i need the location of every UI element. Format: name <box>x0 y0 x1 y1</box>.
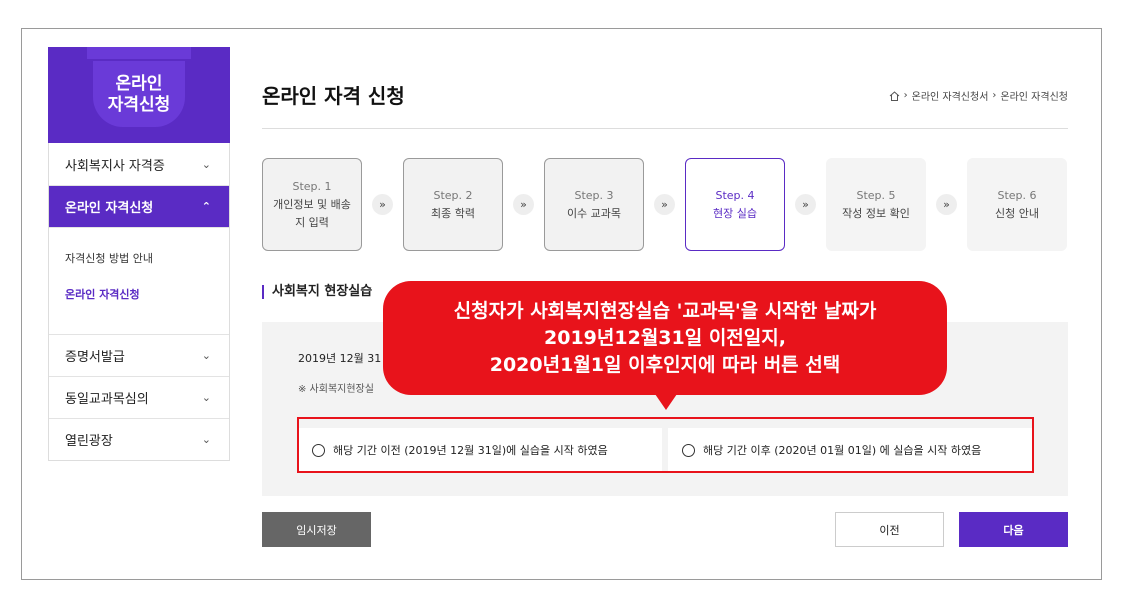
prev-button[interactable]: 이전 <box>835 512 944 547</box>
hero-title-line2: 자격신청 <box>107 95 171 115</box>
step-number: Step. 1 <box>292 179 332 193</box>
hero-title-line1: 온라인 <box>115 74 163 94</box>
breadcrumb-separator: › <box>903 90 908 101</box>
step-label: 개인정보 및 배송지 입력 <box>273 197 351 229</box>
double-chevron-right-icon: » <box>372 194 393 215</box>
question-text: 2019년 12월 31 <box>298 352 382 365</box>
sidebar-subitem-online-apply[interactable]: 온라인 자격신청 <box>65 284 213 320</box>
step-6: Step. 6 신청 안내 <box>967 158 1067 251</box>
sidebar-item-label: 온라인 자격신청 <box>65 201 154 216</box>
note-text: ※ 사회복지현장실 <box>298 384 374 395</box>
callout-line1: 신청자가 사회복지현장실습 '교과목'을 시작한 날짜가 <box>453 299 877 322</box>
step-label: 최종 학력 <box>431 206 475 220</box>
step-2: Step. 2 최종 학력 <box>403 158 503 251</box>
double-chevron-right-icon: » <box>936 194 957 215</box>
sidebar-item-open-square[interactable]: 열린광장 ⌄ <box>49 418 229 460</box>
chevron-down-icon: ⌄ <box>201 349 211 362</box>
step-number: Step. 3 <box>574 188 614 202</box>
home-icon[interactable] <box>889 90 900 101</box>
step-label: 신청 안내 <box>995 206 1039 220</box>
sidebar-item-label: 열린광장 <box>65 434 113 449</box>
step-number: Step. 2 <box>433 188 473 202</box>
chevron-down-icon: ⌄ <box>201 157 211 171</box>
title-divider <box>262 128 1068 129</box>
annotation-callout: 신청자가 사회복지현장실습 '교과목'을 시작한 날짜가 2019년12월31일… <box>383 281 947 395</box>
sidebar-item-course-review[interactable]: 동일교과목심의 ⌄ <box>49 376 229 418</box>
sidebar-menu: 사회복지사 자격증 ⌄ 온라인 자격신청 ⌃ 자격신청 방법 안내 온라인 자격… <box>48 143 230 461</box>
sidebar-hero: 온라인 자격신청 <box>48 47 230 143</box>
sidebar-item-label: 사회복지사 자격증 <box>65 158 165 174</box>
breadcrumb-separator: › <box>992 90 997 101</box>
step-label: 현장 실습 <box>713 206 757 220</box>
breadcrumb-item[interactable]: 온라인 자격신청서 <box>912 88 989 103</box>
sidebar-item-certificate[interactable]: 사회복지사 자격증 ⌄ <box>49 143 229 185</box>
chevron-down-icon: ⌄ <box>201 433 211 446</box>
section-title: 사회복지 현장실습 <box>262 285 372 299</box>
breadcrumb-item[interactable]: 온라인 자격신청 <box>1000 88 1068 103</box>
sidebar-item-label: 동일교과목심의 <box>65 392 149 407</box>
sidebar-item-documents[interactable]: 증명서발급 ⌄ <box>49 334 229 376</box>
sidebar: 온라인 자격신청 사회복지사 자격증 ⌄ 온라인 자격신청 ⌃ 자격신청 방법 … <box>48 47 230 461</box>
double-chevron-right-icon: » <box>513 194 534 215</box>
step-label: 이수 교과목 <box>566 206 622 220</box>
sidebar-item-label: 증명서발급 <box>65 350 125 365</box>
chevron-up-icon: ⌃ <box>201 200 211 213</box>
step-number: Step. 6 <box>997 188 1037 202</box>
sidebar-item-online-apply[interactable]: 온라인 자격신청 ⌃ <box>49 185 229 227</box>
step-label: 작성 정보 확인 <box>842 206 910 220</box>
temp-save-button[interactable]: 임시저장 <box>262 512 371 547</box>
sidebar-submenu: 자격신청 방법 안내 온라인 자격신청 <box>49 227 229 334</box>
step-5: Step. 5 작성 정보 확인 <box>826 158 926 251</box>
step-number: Step. 4 <box>715 188 755 202</box>
chevron-down-icon: ⌄ <box>201 391 211 404</box>
highlight-box <box>297 417 1034 473</box>
step-4: Step. 4 현장 실습 <box>685 158 785 251</box>
sidebar-subitem-guide[interactable]: 자격신청 방법 안내 <box>65 248 213 284</box>
callout-pointer <box>655 394 677 410</box>
step-progress: Step. 1 개인정보 및 배송지 입력 » Step. 2 최종 학력 » … <box>262 158 1068 251</box>
step-3: Step. 3 이수 교과목 <box>544 158 644 251</box>
breadcrumb: › 온라인 자격신청서 › 온라인 자격신청 <box>889 88 1068 103</box>
double-chevron-right-icon: » <box>654 194 675 215</box>
callout-line3: 2020년1월1일 이후인지에 따라 버튼 선택 <box>489 353 841 376</box>
page-title: 온라인 자격 신청 <box>262 84 405 108</box>
callout-line2: 2019년12월31일 이전일지, <box>544 326 786 349</box>
double-chevron-right-icon: » <box>795 194 816 215</box>
next-button[interactable]: 다음 <box>959 512 1068 547</box>
sidebar-hero-title: 온라인 자격신청 <box>108 74 171 116</box>
step-number: Step. 5 <box>856 188 896 202</box>
step-1: Step. 1 개인정보 및 배송지 입력 <box>262 158 362 251</box>
